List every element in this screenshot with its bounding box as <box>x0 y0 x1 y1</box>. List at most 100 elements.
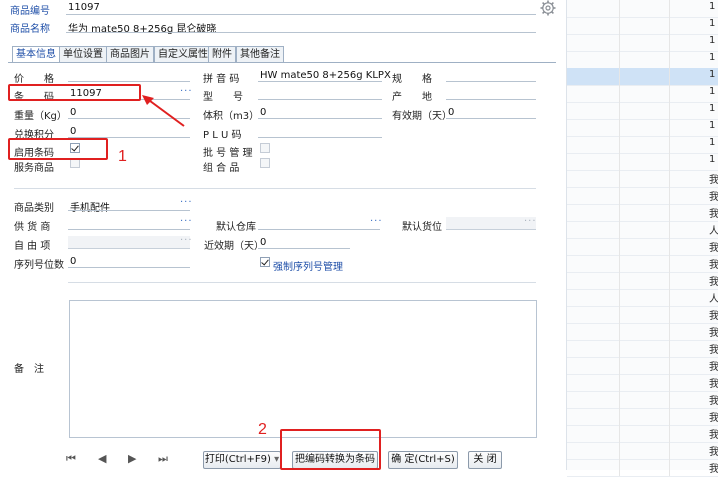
grid-column-divider <box>669 68 670 85</box>
grid-column-divider <box>669 459 670 476</box>
grid-column-divider <box>669 187 670 204</box>
near-expiry-value[interactable]: 0 <box>260 237 266 248</box>
background-grid-row: 我 <box>567 255 718 273</box>
grid-cell: 我 <box>709 260 718 271</box>
grid-column-divider <box>669 102 670 119</box>
plu-label: P L U 码 <box>203 130 242 141</box>
free-item-field[interactable] <box>68 236 190 249</box>
step-2-marker: 2 <box>258 421 267 438</box>
force-serial-label: 强制序列号管理 <box>273 262 343 273</box>
grid-column-divider <box>669 391 670 408</box>
product-dialog: 商品编号 11097 商品名称 华为 mate50 8+256g 昆仑破晓 基本… <box>0 0 566 470</box>
grid-column-divider <box>669 374 670 391</box>
model-field[interactable] <box>258 99 382 100</box>
force-serial-checkbox[interactable] <box>260 257 270 267</box>
product-code-underline <box>66 14 536 15</box>
grid-column-divider <box>669 51 670 68</box>
gear-icon[interactable] <box>540 0 556 16</box>
grid-column-divider <box>619 408 620 425</box>
close-button[interactable]: 关 闭 <box>468 451 502 469</box>
prev-record-button[interactable]: ◀ <box>98 452 106 465</box>
grid-cell: 1 <box>709 35 716 46</box>
origin-field[interactable] <box>446 99 536 100</box>
supplier-browse-button[interactable]: ··· <box>180 216 193 227</box>
grid-cell: 人 <box>709 226 718 237</box>
tab-basic-info[interactable]: 基本信息 <box>12 46 60 63</box>
background-grid-row: 1 <box>567 153 718 171</box>
section-divider <box>14 188 536 189</box>
grid-column-divider <box>669 204 670 221</box>
background-grid-row: 我 <box>567 187 718 205</box>
grid-cell: 我 <box>709 362 718 373</box>
combo-product-checkbox[interactable] <box>260 158 270 168</box>
grid-cell: 我 <box>709 413 718 424</box>
background-grid-row: 1 <box>567 51 718 69</box>
default-location-field[interactable] <box>446 217 536 230</box>
free-item-browse-button[interactable]: ··· <box>180 235 193 246</box>
barcode-highlight-box <box>8 84 141 101</box>
serial-digits-value[interactable]: 0 <box>70 256 76 267</box>
background-grid-row: 我 <box>567 204 718 222</box>
price-label: 价 格 <box>14 74 54 85</box>
grid-column-divider <box>669 408 670 425</box>
grid-column-divider <box>669 119 670 136</box>
warehouse-browse-button[interactable]: ··· <box>370 216 383 227</box>
batch-management-checkbox[interactable] <box>260 143 270 153</box>
grid-cell: 1 <box>709 120 716 131</box>
spec-label: 规 格 <box>392 74 432 85</box>
service-product-label: 服务商品 <box>14 163 54 174</box>
grid-column-divider <box>669 289 670 306</box>
tab-divider <box>8 62 556 63</box>
ok-button[interactable]: 确 定(Ctrl+S) <box>388 451 458 469</box>
background-grid-row: 人 <box>567 289 718 307</box>
background-grid-row: 我 <box>567 340 718 358</box>
pinyin-label: 拼 音 码 <box>203 74 240 85</box>
print-button[interactable]: 打印(Ctrl+F9) ▾ <box>203 451 281 469</box>
next-record-button[interactable]: ▶ <box>128 452 136 465</box>
background-grid-row: 我 <box>567 374 718 392</box>
last-record-button[interactable]: ⏭ <box>158 452 168 466</box>
model-label: 型 号 <box>203 92 243 103</box>
background-grid-row: 1 <box>567 136 718 154</box>
annotation-arrow-icon <box>142 95 185 127</box>
default-warehouse-field[interactable] <box>258 229 380 230</box>
category-browse-button[interactable]: ··· <box>180 197 193 208</box>
shelf-life-underline <box>446 118 536 119</box>
supplier-field[interactable] <box>68 229 190 230</box>
first-record-button[interactable]: ⏮ <box>66 452 76 466</box>
grid-column-divider <box>669 425 670 442</box>
location-browse-button[interactable]: ··· <box>524 216 537 227</box>
background-grid-row: 我 <box>567 442 718 460</box>
grid-column-divider <box>619 17 620 34</box>
tab-custom-attributes[interactable]: 自定义属性 <box>154 46 212 62</box>
shelf-life-value[interactable]: 0 <box>448 107 454 118</box>
weight-label: 重量（Kg） <box>14 111 67 122</box>
price-field[interactable] <box>68 81 190 82</box>
weight-value[interactable]: 0 <box>70 107 76 118</box>
grid-column-divider <box>669 85 670 102</box>
points-value[interactable]: 0 <box>70 126 76 137</box>
tab-product-images[interactable]: 商品图片 <box>106 46 154 62</box>
tab-unit-settings[interactable]: 单位设置 <box>59 46 107 62</box>
plu-field[interactable] <box>258 137 382 138</box>
grid-cell: 我 <box>709 311 718 322</box>
product-code-value[interactable]: 11097 <box>68 2 100 13</box>
pinyin-value[interactable]: HW mate50 8+256g KLPX <box>260 70 391 81</box>
product-code-label: 商品编号 <box>10 6 50 17</box>
grid-column-divider <box>619 153 620 170</box>
grid-column-divider <box>669 306 670 323</box>
background-grid-row: 我 <box>567 323 718 341</box>
memo-textarea[interactable] <box>69 300 537 438</box>
volume-value[interactable]: 0 <box>260 107 266 118</box>
tab-attachments[interactable]: 附件 <box>208 46 236 62</box>
default-warehouse-label: 默认仓库 <box>216 222 256 233</box>
grid-column-divider <box>669 136 670 153</box>
grid-column-divider <box>619 340 620 357</box>
category-value[interactable]: 手机配件 <box>70 199 110 214</box>
tab-other-remarks[interactable]: 其他备注 <box>236 46 284 62</box>
grid-cell: 1 <box>709 154 716 165</box>
batch-management-label: 批 号 管 理 <box>203 148 253 159</box>
grid-column-divider <box>619 459 620 476</box>
spec-field[interactable] <box>446 81 536 82</box>
grid-cell: 我 <box>709 379 718 390</box>
